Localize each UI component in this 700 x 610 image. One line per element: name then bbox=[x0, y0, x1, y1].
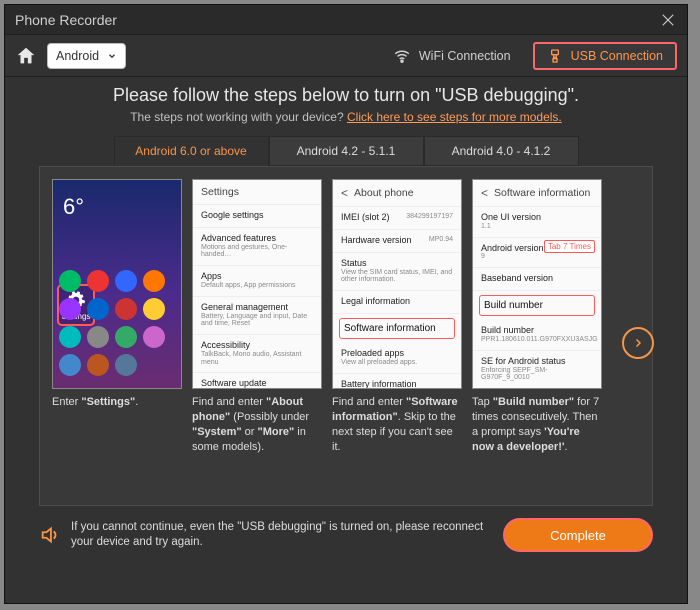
tap-7-times-tag: Tab 7 Times bbox=[544, 240, 595, 253]
chevron-right-icon bbox=[632, 337, 644, 349]
titlebar: Phone Recorder bbox=[5, 5, 687, 35]
step-3: <About phone IMEI (slot 2) 384299197197 … bbox=[332, 179, 462, 454]
complete-button[interactable]: Complete bbox=[503, 518, 653, 552]
step-1: 6° Settings bbox=[52, 179, 182, 410]
app-window: Phone Recorder Android WiFi Connection U… bbox=[4, 4, 688, 604]
usb-label: USB Connection bbox=[571, 49, 663, 63]
build-number-highlight: Build number bbox=[479, 295, 595, 316]
next-step-button[interactable] bbox=[622, 327, 654, 359]
step-4: <Software information One UI version1.1 … bbox=[472, 179, 602, 454]
page-title: Please follow the steps below to turn on… bbox=[35, 85, 657, 106]
step-4-screenshot: <Software information One UI version1.1 … bbox=[472, 179, 602, 389]
home-icon[interactable] bbox=[15, 45, 37, 67]
more-models-link[interactable]: Click here to see steps for more models. bbox=[347, 110, 562, 124]
toolbar: Android WiFi Connection USB Connection bbox=[5, 35, 687, 77]
steps-panel: 6° Settings bbox=[39, 166, 653, 506]
step-3-caption: Find and enter "Software information". S… bbox=[332, 395, 462, 454]
step-2: Settings Google settings Advanced featur… bbox=[192, 179, 322, 454]
platform-dropdown[interactable]: Android bbox=[47, 43, 126, 69]
tab-android-6[interactable]: Android 6.0 or above bbox=[114, 136, 269, 166]
page-subtitle: The steps not working with your device? … bbox=[35, 110, 657, 124]
headline-area: Please follow the steps below to turn on… bbox=[5, 77, 687, 130]
window-title: Phone Recorder bbox=[15, 12, 659, 28]
usb-icon bbox=[547, 48, 563, 64]
step-1-screenshot: 6° Settings bbox=[52, 179, 182, 389]
step-2-screenshot: Settings Google settings Advanced featur… bbox=[192, 179, 322, 389]
step-3-screenshot: <About phone IMEI (slot 2) 384299197197 … bbox=[332, 179, 462, 389]
usb-connection-button[interactable]: USB Connection bbox=[533, 42, 677, 70]
footer-text: If you cannot continue, even the "USB de… bbox=[71, 520, 493, 550]
platform-label: Android bbox=[56, 49, 99, 63]
wifi-label: WiFi Connection bbox=[419, 49, 511, 63]
wifi-connection-button[interactable]: WiFi Connection bbox=[381, 42, 523, 70]
step-4-caption: Tap "Build number" for 7 times consecuti… bbox=[472, 395, 602, 454]
step-2-caption: Find and enter "About phone" (Possibly u… bbox=[192, 395, 322, 454]
tab-android-4-0[interactable]: Android 4.0 - 4.1.2 bbox=[424, 136, 579, 166]
software-info-highlight: Software information bbox=[339, 318, 455, 339]
tab-android-4-2[interactable]: Android 4.2 - 5.1.1 bbox=[269, 136, 424, 166]
footer: If you cannot continue, even the "USB de… bbox=[39, 518, 653, 552]
speaker-icon bbox=[39, 524, 61, 546]
step-1-caption: Enter "Settings". bbox=[52, 395, 182, 410]
version-tabs: Android 6.0 or above Android 4.2 - 5.1.1… bbox=[35, 136, 657, 166]
chevron-down-icon bbox=[107, 51, 117, 61]
close-icon[interactable] bbox=[659, 11, 677, 29]
wifi-icon bbox=[393, 47, 411, 65]
